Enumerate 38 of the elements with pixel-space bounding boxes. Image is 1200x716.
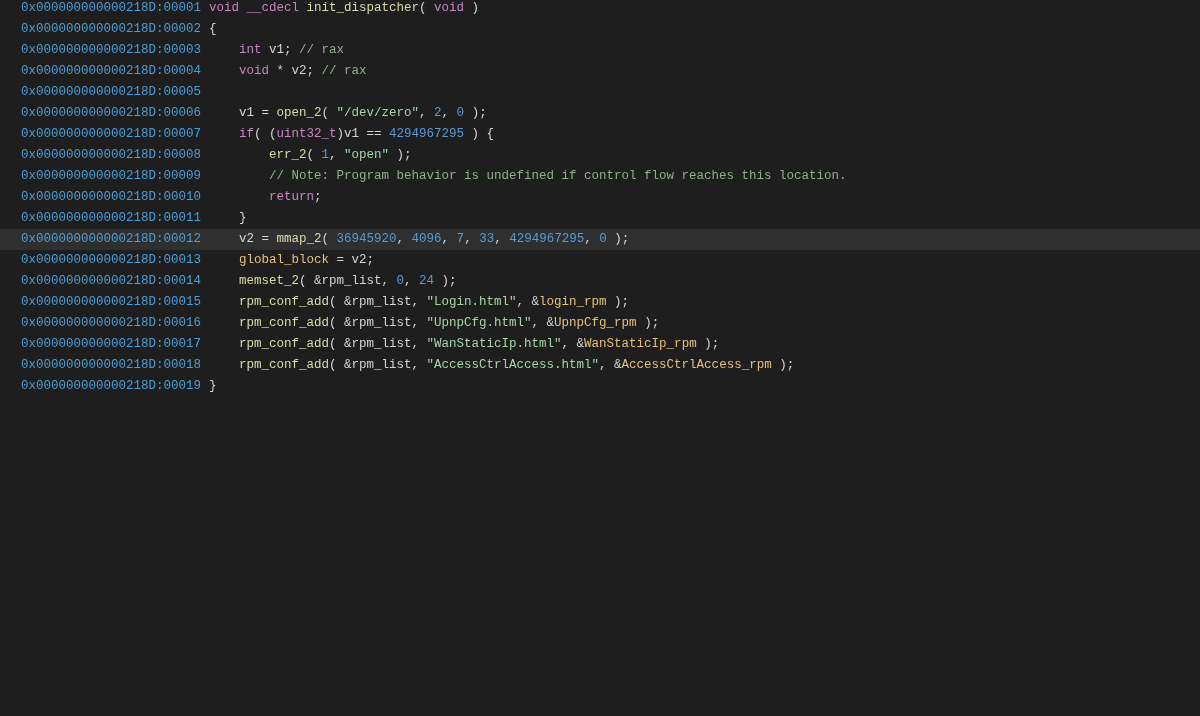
line-address: 0x000000000000218D:00014 bbox=[21, 273, 203, 290]
code-line: { bbox=[209, 21, 217, 38]
highlighted-code-row[interactable]: 0x000000000000218D:00012 v2 = mmap_2( 36945920, 4096, 7, 33, 4294967295, 0 ); bbox=[0, 229, 1200, 250]
line-address: 0x000000000000218D:00013 bbox=[21, 252, 203, 269]
code-line: void __cdecl init_dispatcher( void ) bbox=[209, 0, 480, 17]
line-address: 0x000000000000218D:00016 bbox=[21, 315, 203, 332]
line-address: 0x000000000000218D:00017 bbox=[21, 336, 203, 353]
code-line: global_block = v2; bbox=[238, 252, 375, 269]
line-address: 0x000000000000218D:00015 bbox=[21, 294, 203, 311]
line-address: 0x000000000000218D:00010 bbox=[21, 189, 203, 206]
code-line: return; bbox=[268, 189, 322, 206]
code-line: void * v2; // rax bbox=[238, 63, 367, 80]
line-address: 0x000000000000218D:00019 bbox=[21, 378, 203, 395]
code-line: if( (uint32_t)v1 == 4294967295 ) { bbox=[238, 126, 495, 143]
line-address: 0x000000000000218D:00004 bbox=[21, 63, 203, 80]
line-address: 0x000000000000218D:00006 bbox=[21, 105, 203, 122]
line-address: 0x000000000000218D:00005 bbox=[21, 84, 203, 101]
line-address: 0x000000000000218D:00008 bbox=[21, 147, 203, 164]
code-line: rpm_conf_add( &rpm_list, "UpnpCfg.html", &UpnpCfg_rpm ); bbox=[238, 315, 660, 332]
line-address: 0x000000000000218D:00002 bbox=[21, 21, 203, 38]
code-line: int v1; // rax bbox=[238, 42, 345, 59]
line-address: 0x000000000000218D:00007 bbox=[21, 126, 203, 143]
code-line: v1 = open_2( "/dev/zero", 2, 0 ); bbox=[238, 105, 487, 122]
line-address: 0x000000000000218D:00009 bbox=[21, 168, 203, 185]
line-address: 0x000000000000218D:00011 bbox=[21, 210, 203, 227]
code-line: } bbox=[209, 378, 217, 395]
code-line: err_2( 1, "open" ); bbox=[268, 147, 412, 164]
code-line: // Note: Program behavior is undefined if control flow reaches this location. bbox=[268, 168, 847, 185]
code-line: rpm_conf_add( &rpm_list, "AccessCtrlAccess.html", &AccessCtrlAccess_rpm ); bbox=[238, 357, 795, 374]
line-address: 0x000000000000218D:00003 bbox=[21, 42, 203, 59]
code-line: v2 = mmap_2( 36945920, 4096, 7, 33, 4294967295, 0 ); bbox=[238, 231, 630, 248]
line-address: 0x000000000000218D:00001 bbox=[21, 0, 203, 17]
code-line: } bbox=[238, 210, 247, 227]
code-line: rpm_conf_add( &rpm_list, "Login.html", &login_rpm ); bbox=[238, 294, 630, 311]
line-address: 0x000000000000218D:00012 bbox=[21, 231, 203, 248]
line-address: 0x000000000000218D:00018 bbox=[21, 357, 203, 374]
code-line: rpm_conf_add( &rpm_list, "WanStaticIp.html", &WanStaticIp_rpm ); bbox=[238, 336, 720, 353]
code-line: memset_2( &rpm_list, 0, 24 ); bbox=[238, 273, 457, 290]
